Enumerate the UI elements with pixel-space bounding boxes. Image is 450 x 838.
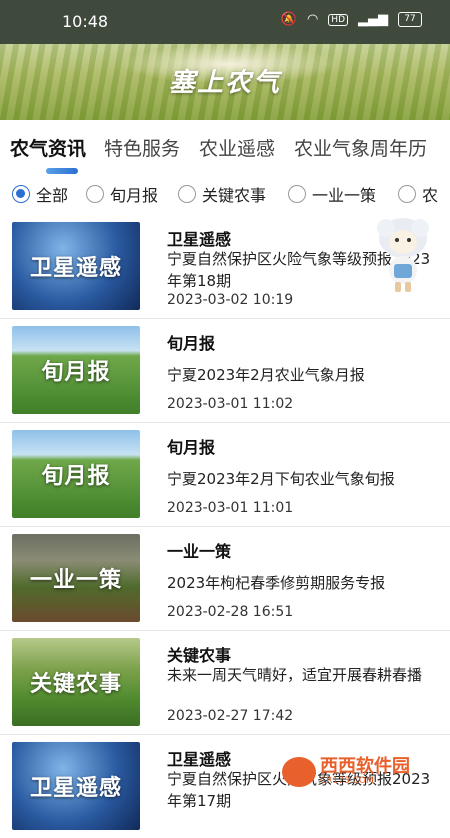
active-tab-indicator	[46, 168, 78, 174]
hd-icon: HD	[328, 13, 348, 26]
article-summary: 2023年枸杞春季修剪期服务专报	[167, 574, 386, 592]
radio-icon	[288, 185, 306, 203]
article-date: 2023-02-28 16:51	[167, 604, 294, 620]
filter-key-farming[interactable]: 关键农事	[178, 182, 266, 206]
signal-icon: ▂▄▆	[358, 12, 388, 27]
filter-label: 旬月报	[110, 186, 159, 205]
article-thumbnail: 关键农事	[12, 638, 140, 726]
article-summary: 宁夏2023年2月下旬农业气象旬报	[167, 470, 395, 488]
thumbnail-label: 旬月报	[41, 360, 111, 385]
status-bar: 10:48 🔕 ◠ HD ▂▄▆ 77	[0, 0, 450, 44]
list-item[interactable]: 旬月报 旬月报 宁夏2023年2月农业气象月报 2023-03-01 11:02	[0, 318, 450, 423]
filter-periodic-report[interactable]: 旬月报	[86, 182, 158, 206]
thumbnail-label: 旬月报	[41, 464, 111, 489]
filter-label: 关键农事	[202, 186, 267, 205]
filter-one-industry[interactable]: 一业一策	[288, 182, 376, 206]
article-category: 一业一策	[167, 542, 232, 561]
thumbnail-label: 卫星遥感	[29, 776, 122, 801]
watermark-name: 西西软件园	[320, 756, 410, 777]
watermark-icon	[282, 757, 316, 787]
header-banner: 塞上农气	[0, 44, 450, 120]
article-summary: 宁夏2023年2月农业气象月报	[167, 366, 365, 384]
tab-remote-sensing[interactable]: 农业遥感	[199, 134, 275, 161]
thumbnail-label: 一业一策	[29, 568, 122, 593]
article-summary: 未来一周天气晴好，适宜开展春耕春播	[167, 666, 423, 684]
filter-label: 全部	[36, 186, 69, 205]
radio-icon	[398, 185, 416, 203]
radio-selected-icon	[12, 185, 30, 203]
article-date: 2023-03-02 10:19	[167, 292, 294, 308]
radio-icon	[86, 185, 104, 203]
wifi-icon: ◠	[306, 12, 319, 27]
article-category: 关键农事	[167, 646, 232, 665]
tab-annual-calendar[interactable]: 农业气象周年历	[294, 134, 427, 161]
article-thumbnail: 旬月报	[12, 326, 140, 414]
article-date: 2023-03-01 11:02	[167, 396, 294, 412]
mascot-sheep-icon[interactable]	[372, 212, 434, 294]
article-category: 旬月报	[167, 334, 216, 353]
filter-label: 一业一策	[312, 186, 377, 205]
filter-more[interactable]: 农	[398, 182, 438, 206]
watermark-url: CR173.COM	[320, 776, 374, 786]
filter-label: 农	[422, 186, 439, 205]
article-category: 卫星遥感	[167, 230, 232, 249]
filter-all[interactable]: 全部	[12, 182, 68, 206]
thumbnail-label: 关键农事	[29, 672, 122, 697]
watermark-logo: 西西软件园 CR173.COM	[282, 752, 444, 792]
tab-news[interactable]: 农气资讯	[10, 134, 86, 161]
article-thumbnail: 卫星遥感	[12, 222, 140, 310]
status-icons: 🔕 ◠ HD ▂▄▆ 77	[281, 12, 422, 27]
article-thumbnail: 卫星遥感	[12, 742, 140, 830]
thumbnail-label: 卫星遥感	[29, 256, 122, 281]
list-item[interactable]: 关键农事 关键农事 未来一周天气晴好，适宜开展春耕春播 2023-02-27 1…	[0, 630, 450, 735]
article-thumbnail: 一业一策	[12, 534, 140, 622]
list-item[interactable]: 一业一策 一业一策 2023年枸杞春季修剪期服务专报 2023-02-28 16…	[0, 526, 450, 631]
article-category: 卫星遥感	[167, 750, 232, 769]
mute-icon: 🔕	[280, 12, 297, 27]
article-date: 2023-03-01 11:01	[167, 500, 294, 516]
app-title: 塞上农气	[168, 68, 281, 98]
filter-bar: 全部 旬月报 关键农事 一业一策 农	[0, 178, 450, 214]
tab-special-service[interactable]: 特色服务	[104, 134, 180, 161]
status-time: 10:48	[62, 12, 109, 31]
battery-icon: 77	[398, 12, 422, 27]
article-thumbnail: 旬月报	[12, 430, 140, 518]
radio-icon	[178, 185, 196, 203]
article-date: 2023-02-27 17:42	[167, 708, 294, 724]
article-category: 旬月报	[167, 438, 216, 457]
list-item[interactable]: 旬月报 旬月报 宁夏2023年2月下旬农业气象旬报 2023-03-01 11:…	[0, 422, 450, 527]
